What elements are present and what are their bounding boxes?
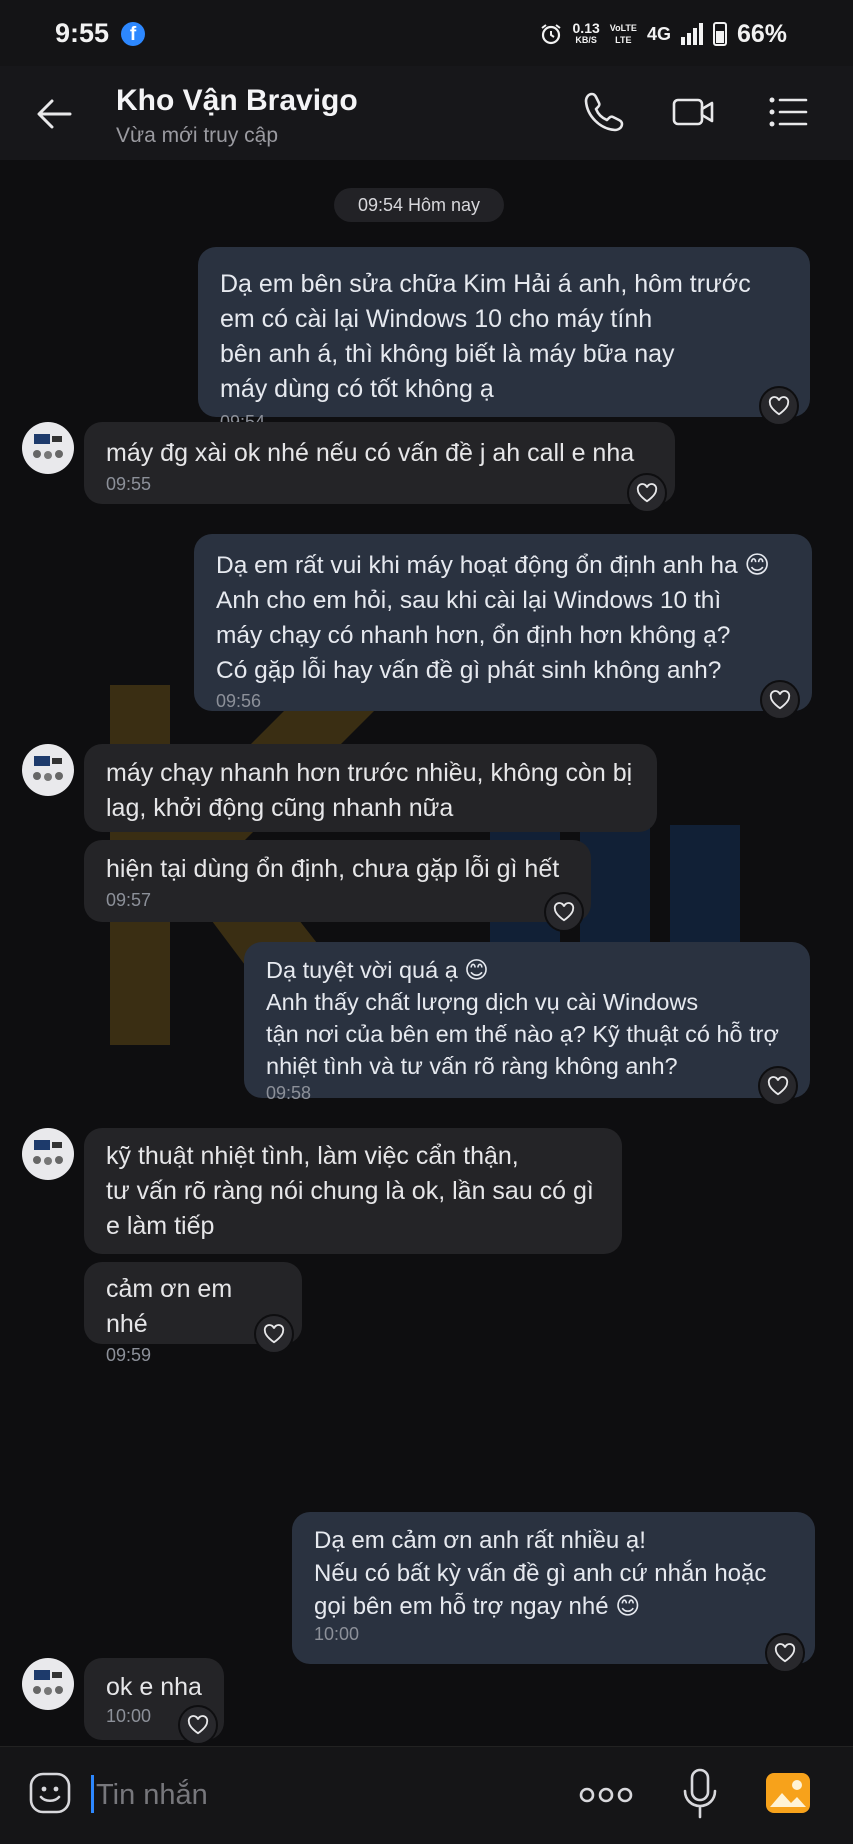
more-dots-icon[interactable] [578,1777,634,1813]
network-type: 4G [646,23,671,44]
message-text: kỹ thuật nhiệt tình, làm việc cẩn thận, … [106,1142,594,1240]
net-speed: 0.13 KB/S [572,20,600,45]
sticker-icon[interactable] [28,1771,72,1815]
heart-icon[interactable] [627,473,667,513]
status-bar: 9:55 f 0.13 KB/S VoLTE LTE 4G 66% [0,0,853,66]
message-time: 09:58 [266,1083,312,1103]
message-text: Dạ tuyệt vời quá ạ 😊 Anh thấy chất lượng… [266,957,779,1079]
message-bubble-outgoing[interactable]: Dạ em bên sửa chữa Kim Hải á anh, hôm tr… [198,247,810,432]
message-text: máy chạy nhanh hơn trước nhiều, không cò… [106,759,633,822]
heart-icon[interactable] [178,1705,218,1745]
message-time: 10:00 [314,1624,360,1644]
message-time: 09:57 [106,890,152,910]
microphone-icon[interactable] [680,1767,720,1821]
message-input-bar [0,1746,853,1844]
avatar[interactable] [22,744,74,796]
heart-icon[interactable] [760,680,800,720]
video-camera-icon[interactable] [670,88,718,136]
date-separator: 09:54 Hôm nay [334,188,504,222]
back-arrow-icon[interactable] [34,94,74,134]
chat-area[interactable]: 09:54 Hôm nay Dạ em bên sửa chữa Kim Hải… [0,160,853,1746]
message-time: 09:55 [106,474,152,494]
contact-status: Vừa mới truy cập [116,124,279,147]
volte-indicator: VoLTE LTE [609,23,637,45]
status-icons: 0.13 KB/S VoLTE LTE 4G 66% [539,18,787,50]
contact-name[interactable]: Kho Vận Bravigo [116,84,358,118]
phone-icon[interactable] [580,88,628,136]
battery-percent: 66% [736,19,787,48]
message-bubble-outgoing[interactable]: Dạ em rất vui khi máy hoạt động ổn định … [194,534,812,711]
message-text: Dạ em cảm ơn anh rất nhiều ạ! Nếu có bất… [314,1527,767,1620]
alarm-icon [540,24,561,45]
message-bubble-outgoing[interactable]: Dạ em cảm ơn anh rất nhiều ạ! Nếu có bất… [292,1512,815,1664]
signal-icon [680,23,703,45]
avatar[interactable] [22,1128,74,1180]
heart-icon[interactable] [765,1633,805,1673]
message-bubble-incoming[interactable]: kỹ thuật nhiệt tình, làm việc cẩn thận, … [84,1128,622,1254]
chat-header: Kho Vận Bravigo Vừa mới truy cập [0,66,853,160]
message-bubble-incoming[interactable]: máy chạy nhanh hơn trước nhiều, không cò… [84,744,657,832]
message-time: 09:56 [216,691,262,711]
message-text: máy đg xài ok nhé nếu có vấn đề j ah cal… [106,439,635,467]
message-text: ok e nha [106,1673,202,1701]
avatar[interactable] [22,1658,74,1710]
facebook-notification-icon: f [121,22,145,46]
message-text: hiện tại dùng ổn định, chưa gặp lỗi gì h… [106,855,560,883]
message-text: Dạ em bên sửa chữa Kim Hải á anh, hôm tr… [220,270,751,403]
image-gallery-icon[interactable] [764,1769,812,1817]
list-menu-icon[interactable] [764,88,812,136]
heart-icon[interactable] [759,386,799,426]
avatar[interactable] [22,422,74,474]
message-bubble-outgoing[interactable]: Dạ tuyệt vời quá ạ 😊 Anh thấy chất lượng… [244,942,810,1103]
message-bubble-incoming[interactable]: máy đg xài ok nhé nếu có vấn đề j ah cal… [84,422,675,504]
battery-icon [712,22,727,46]
message-time: 09:59 [106,1345,152,1365]
message-bubble-incoming[interactable]: hiện tại dùng ổn định, chưa gặp lỗi gì h… [84,840,591,922]
message-text: Dạ em rất vui khi máy hoạt động ổn định … [216,552,770,684]
heart-icon[interactable] [758,1066,798,1106]
heart-icon[interactable] [544,892,584,932]
text-cursor [91,1775,94,1813]
status-time: 9:55 [55,18,110,48]
heart-icon[interactable] [254,1314,294,1354]
message-input[interactable] [96,1773,556,1817]
